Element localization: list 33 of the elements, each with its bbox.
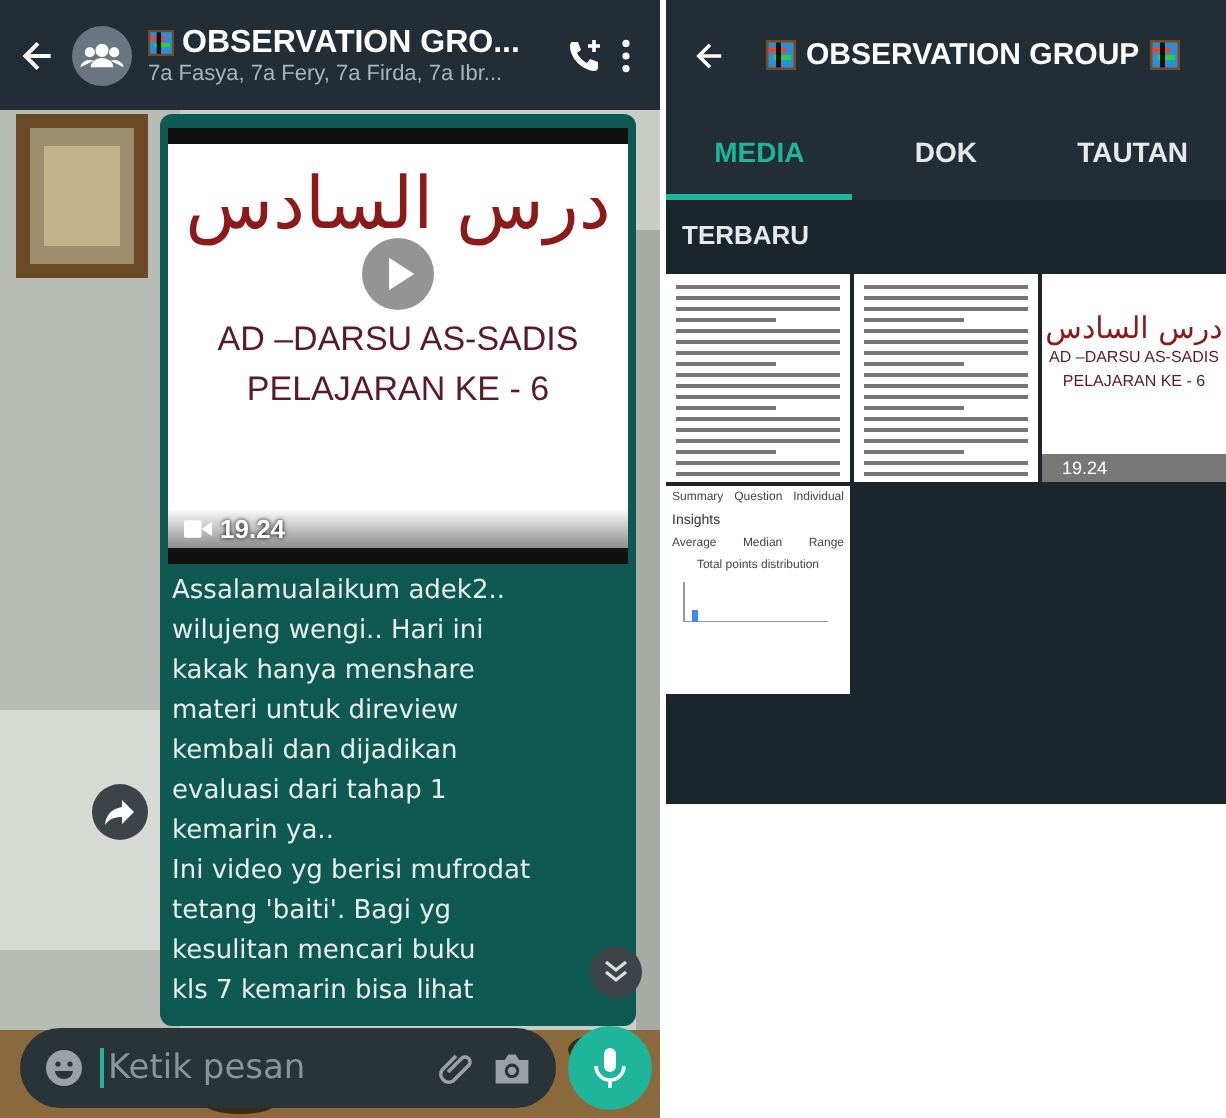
chat-participants: 7a Fasya, 7a Fery, 7a Firda, 7a Ibr... xyxy=(148,61,505,85)
back-icon[interactable] xyxy=(20,37,56,73)
video-duration: 19.24 xyxy=(1062,458,1108,478)
message-text: Assalamualaikum adek2.. wilujeng wengi.. Hari ini kakak hanya menshare materi untuk direview kembali dan dijadikan evaluasi dari tahap 1 kemarin ya.. Ini video yg berisi mufrodat tetang 'baiti'. Bagi yg kesulitan mencari buku kls 7 kemarin bisa lihat xyxy=(170,574,533,1010)
video-duration: 19.24 xyxy=(220,513,286,543)
media-tab[interactable]: DOK xyxy=(852,110,1040,200)
media-tab[interactable]: TAUTAN xyxy=(1039,110,1226,200)
group-title: OBSERVATION GROUP xyxy=(806,38,1140,72)
document-thumbnail[interactable] xyxy=(854,274,1038,482)
slide-text: PELAJARAN KE - 6 xyxy=(1062,370,1206,394)
group-avatar-icon[interactable] xyxy=(72,25,132,85)
input-placeholder: Ketik pesan xyxy=(108,1048,308,1088)
emoji-icon xyxy=(148,30,174,56)
slide-text: AD –DARSU AS-SADIS xyxy=(1049,346,1219,370)
message-input[interactable]: Ketik pesan xyxy=(20,1028,556,1108)
add-call-icon[interactable] xyxy=(564,35,604,75)
back-icon[interactable] xyxy=(694,39,726,71)
chat-title: OBSERVATION GRO... xyxy=(182,25,520,61)
slide-text: AD –DARSU AS-SADIS xyxy=(217,318,579,362)
arabic-title: درس السادس xyxy=(185,164,611,246)
forward-icon[interactable] xyxy=(92,784,148,840)
arabic-title: درس السادس xyxy=(1045,310,1223,346)
microphone-button[interactable] xyxy=(568,1026,652,1110)
document-thumbnail[interactable] xyxy=(666,274,850,482)
emoji-icon xyxy=(1149,40,1180,70)
camera-icon[interactable] xyxy=(492,1051,532,1085)
section-header: TERBARU xyxy=(666,200,1226,270)
slide-text: PELAJARAN KE - 6 xyxy=(246,368,550,412)
video-camera-icon xyxy=(184,519,212,537)
scroll-down-icon[interactable] xyxy=(590,946,642,998)
emoji-icon[interactable] xyxy=(44,1048,84,1088)
more-options-icon[interactable] xyxy=(620,37,632,73)
emoji-icon xyxy=(766,40,796,70)
